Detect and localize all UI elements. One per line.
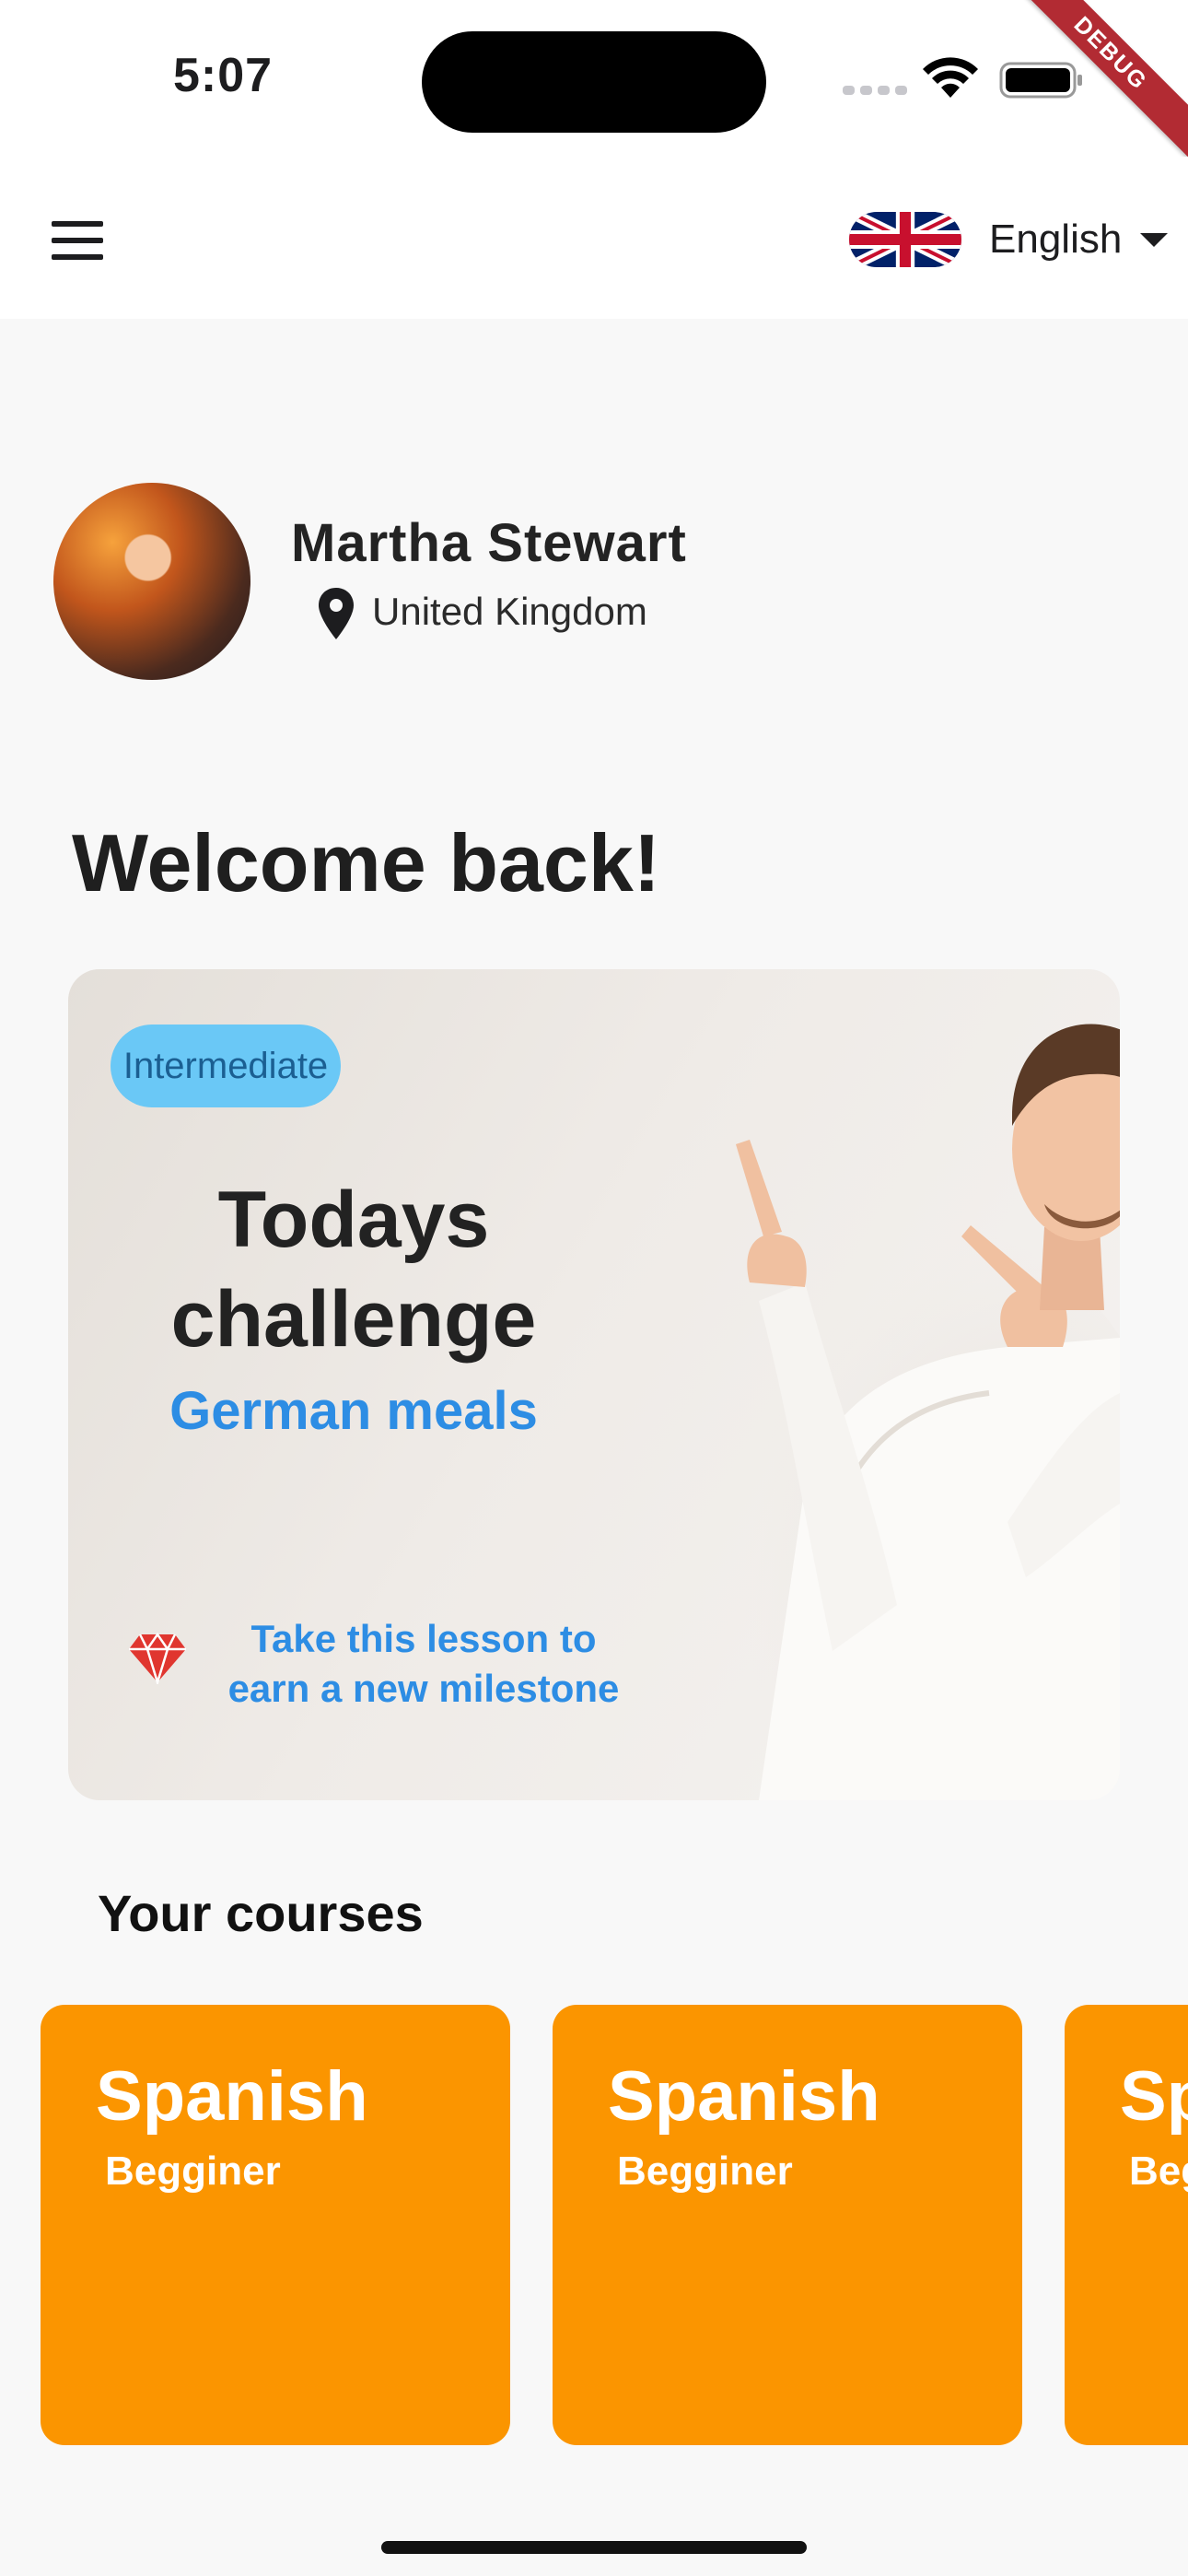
course-card[interactable]: Spanish Begginer [41, 2005, 510, 2445]
dynamic-island [422, 31, 766, 133]
chevron-down-icon [1140, 232, 1169, 247]
course-level: Begginer [105, 2149, 281, 2194]
uk-flag-icon [849, 212, 961, 267]
welcome-heading: Welcome back! [72, 817, 661, 908]
course-name: Spanish [96, 2057, 368, 2136]
courses-heading: Your courses [98, 1884, 424, 1942]
level-badge: Intermediate [111, 1025, 341, 1107]
course-card[interactable]: Spanish Begginer [1065, 2005, 1188, 2445]
challenge-title: Todays challenge [170, 1176, 537, 1364]
course-level: Begginer [617, 2149, 793, 2194]
hamburger-menu-icon[interactable] [52, 221, 103, 260]
language-label: English [989, 217, 1123, 262]
todays-challenge-card[interactable]: Intermediate Todays challenge German mea… [68, 969, 1120, 1800]
status-time: 5:07 [173, 49, 274, 102]
cellular-signal-icon [843, 86, 907, 95]
profile-name: Martha Stewart [291, 513, 687, 573]
status-bar: 5:07 DEBUG [0, 0, 1188, 165]
home-indicator[interactable] [381, 2541, 807, 2554]
course-name: Spanish [1120, 2057, 1188, 2136]
location-pin-icon [319, 588, 354, 639]
wifi-icon [923, 57, 978, 98]
challenge-subtitle: German meals [169, 1381, 538, 1441]
language-selector[interactable]: English [849, 207, 1169, 272]
gem-icon [129, 1633, 186, 1684]
app-bar: English [0, 157, 1188, 319]
course-card[interactable]: Spanish Begginer [553, 2005, 1022, 2445]
course-level: Begginer [1129, 2149, 1188, 2194]
battery-icon [999, 62, 1082, 99]
course-name: Spanish [608, 2057, 880, 2136]
milestone-text: Take this lesson to earn a new milestone [227, 1617, 620, 1710]
avatar[interactable] [53, 483, 250, 680]
profile-country: United Kingdom [372, 590, 647, 633]
